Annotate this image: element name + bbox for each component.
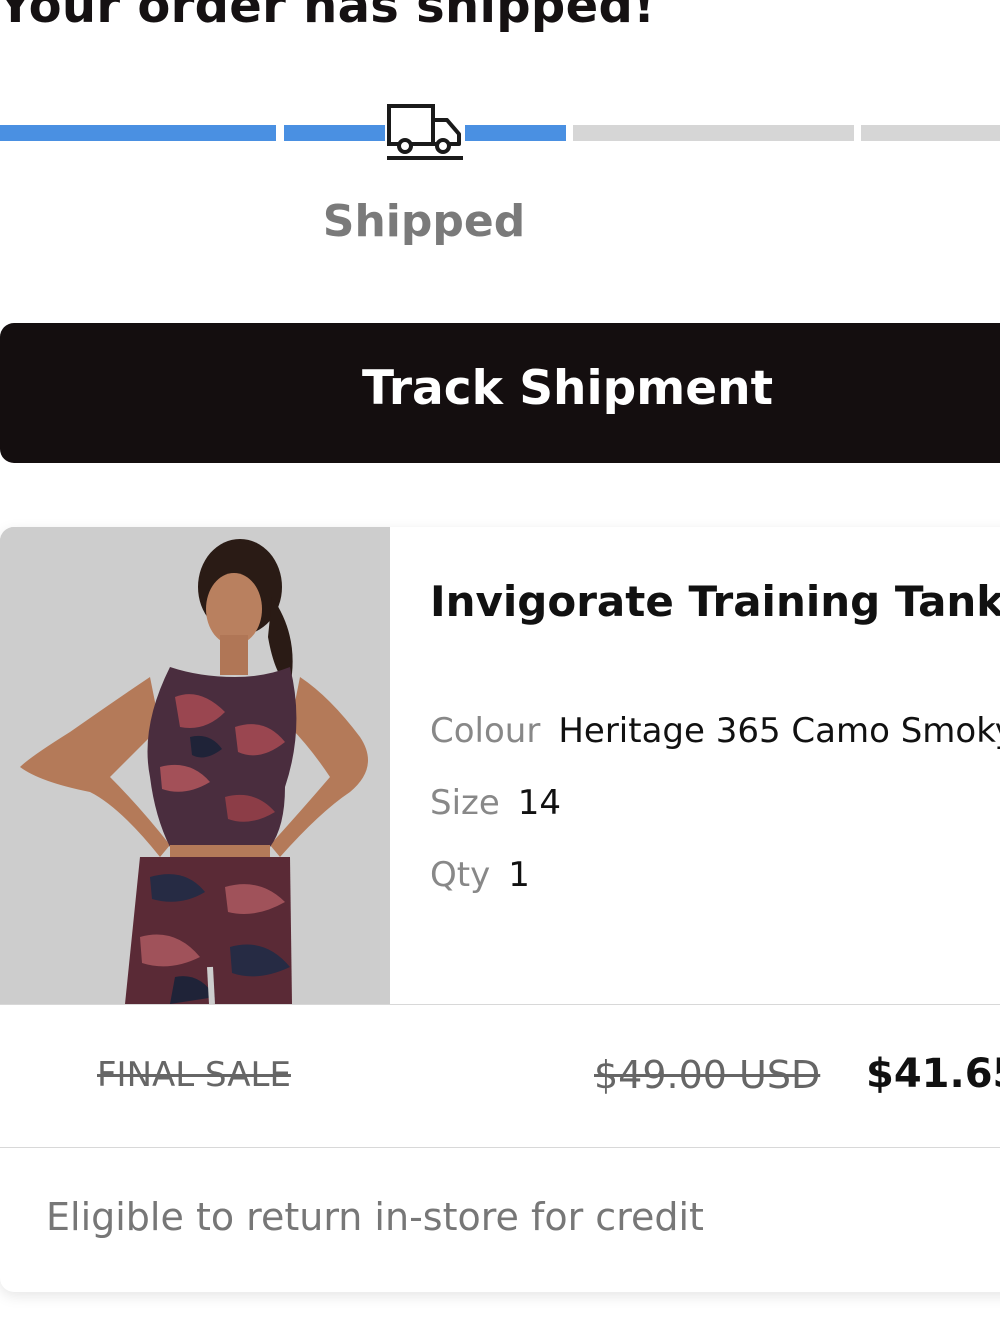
attribute-qty: Qty 1 (430, 855, 530, 895)
progress-segment-4 (861, 125, 1000, 141)
track-shipment-button[interactable]: Track Shipment (0, 323, 1000, 463)
attribute-colour: Colour Heritage 365 Camo Smoky Red Multi (430, 711, 1000, 751)
qty-value: 1 (508, 855, 530, 895)
track-shipment-label: Track Shipment (361, 361, 774, 416)
colour-label: Colour (430, 711, 541, 751)
return-eligibility-note: Eligible to return in-store for credit (46, 1195, 704, 1239)
product-name[interactable]: Invigorate Training Tank Top (430, 577, 1000, 626)
progress-segment-1 (0, 125, 276, 141)
current-step-label: Shipped (322, 196, 526, 247)
page-title: Your order has shipped! (0, 0, 656, 34)
truck-icon (385, 102, 465, 164)
sale-price: $41.65 USD (866, 1051, 1000, 1097)
size-label: Size (430, 783, 500, 823)
product-image[interactable] (0, 527, 390, 1004)
progress-segment-3 (573, 125, 854, 141)
qty-label: Qty (430, 855, 491, 895)
divider (0, 1004, 1000, 1005)
size-value: 14 (517, 783, 562, 823)
order-item-card: Invigorate Training Tank Top Colour Herit… (0, 527, 1000, 1292)
attribute-size: Size 14 (430, 783, 561, 823)
colour-value: Heritage 365 Camo Smoky Red Multi (558, 711, 1000, 751)
original-price: $49.00 USD (594, 1053, 821, 1097)
divider (0, 1147, 1000, 1148)
final-sale-label: FINAL SALE (97, 1055, 291, 1095)
shipping-progress-bar (0, 125, 1000, 141)
